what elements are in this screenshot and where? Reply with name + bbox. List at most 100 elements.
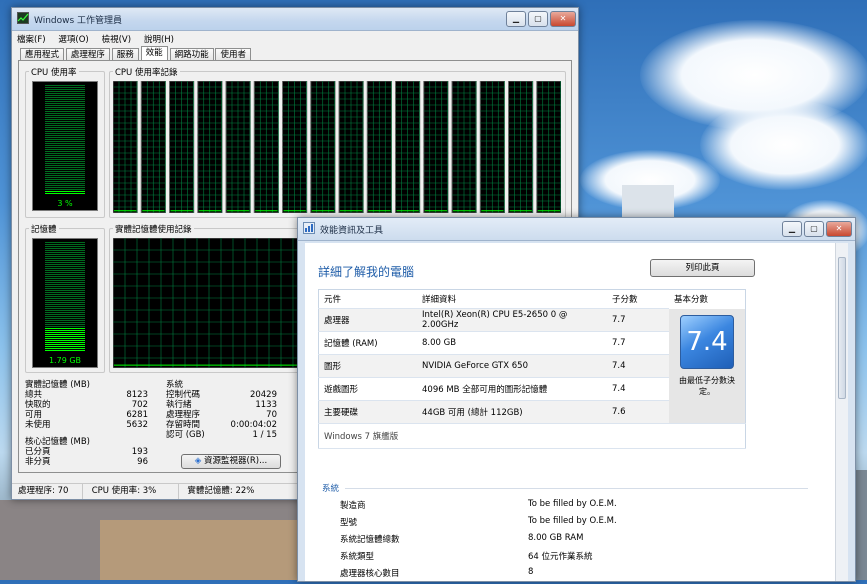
- meter-segment: [45, 266, 85, 267]
- system-section-label: 系統: [322, 484, 340, 494]
- meter-segment: [45, 109, 85, 110]
- meter-segment: [45, 169, 85, 170]
- meter-segment: [45, 322, 85, 323]
- meter-segment: [45, 340, 85, 341]
- component-cell: 圖形: [318, 354, 417, 378]
- subscore-cell: 7.4: [607, 354, 669, 378]
- window-title: 效能資訊及工具: [320, 226, 384, 236]
- meter-segment: [45, 165, 85, 166]
- stat-row: 控制代碼 20429: [166, 390, 277, 400]
- meter-segment: [45, 256, 85, 257]
- meter-segment: [45, 147, 85, 148]
- memory-value-text: 1.79 GB: [48, 356, 82, 365]
- menu-help[interactable]: 說明(H): [139, 31, 179, 47]
- system-info-row: 系統記憶體總數 8.00 GB RAM: [340, 533, 740, 550]
- meter-segment: [45, 159, 85, 160]
- meter-segment: [45, 141, 85, 142]
- meter-segment: [45, 260, 85, 261]
- meter-segment: [45, 244, 85, 245]
- maximize-button[interactable]: ▢: [528, 11, 548, 27]
- meter-segment: [45, 119, 85, 120]
- meter-segment: [45, 306, 85, 307]
- cpu-history-label: CPU 使用率記錄: [113, 66, 180, 78]
- detail-cell: 44GB 可用 (總計 112GB): [417, 400, 607, 424]
- stat-label: 執行緒: [166, 400, 192, 410]
- meter-segment: [45, 93, 85, 94]
- stat-label: 已分頁: [25, 447, 51, 457]
- meter-segment: [45, 304, 85, 305]
- stat-label: 未使用: [25, 420, 51, 430]
- status-processes: 處理程序: 70: [12, 484, 83, 499]
- meter-segment: [45, 87, 85, 88]
- scrollbar-thumb[interactable]: [838, 257, 846, 399]
- menu-view[interactable]: 檢視(V): [97, 31, 136, 47]
- column-header-base-score: 基本分數: [669, 289, 746, 309]
- system-info-row: 型號 To be filled by O.E.M.: [340, 516, 740, 533]
- resource-monitor-button[interactable]: ◈ 資源監視器(R)...: [181, 454, 281, 469]
- meter-segment: [45, 137, 85, 138]
- meter-segment: [45, 298, 85, 299]
- system-info-row: 系統類型 64 位元作業系統: [340, 550, 740, 567]
- menu-options[interactable]: 選項(O): [53, 31, 93, 47]
- kernel-memory-stats: 核心記憶體 (MB) 已分頁 193 非分頁 96: [25, 437, 148, 467]
- stat-label: 非分頁: [25, 457, 51, 467]
- meter-segment: [45, 272, 85, 273]
- meter-segment: [45, 314, 85, 315]
- meter-segment: [45, 157, 85, 158]
- kernel-memory-title: 核心記憶體 (MB): [25, 437, 90, 447]
- meter-segment: [45, 284, 85, 285]
- task-manager-icon: [17, 12, 29, 24]
- memory-usage-meter: 1.79 GB: [32, 238, 98, 368]
- window-title: Windows 工作管理員: [34, 16, 123, 26]
- title-bar[interactable]: 效能資訊及工具 ▁ ▢ ✕: [298, 218, 855, 241]
- system-info-value: 64 位元作業系統: [528, 552, 593, 562]
- table-row: 處理器 Intel(R) Xeon(R) CPU E5-2650 0 @ 2.0…: [318, 308, 746, 424]
- meter-segment: [45, 252, 85, 253]
- stat-label: 存留時間: [166, 420, 201, 430]
- minimize-button[interactable]: ▁: [506, 11, 526, 27]
- status-memory: 實體記憶體: 22%: [187, 486, 255, 496]
- edition-cell: Windows 7 旗艦版: [318, 423, 746, 449]
- stat-row: 可用 6281: [25, 410, 148, 420]
- meter-segment: [45, 310, 85, 311]
- meter-segment: [45, 145, 85, 146]
- meter-segment: [45, 280, 85, 281]
- close-button[interactable]: ✕: [550, 11, 576, 27]
- stat-row: 認可 (GB) 1 / 15: [166, 430, 277, 440]
- meter-segment: [45, 344, 85, 345]
- menu-file[interactable]: 檔案(F): [12, 31, 51, 47]
- meter-segment: [45, 308, 85, 309]
- close-button[interactable]: ✕: [826, 221, 852, 237]
- scrollbar[interactable]: [835, 243, 848, 581]
- system-info-value: 8.00 GB RAM: [528, 533, 584, 543]
- memory-history-label: 實體記憶體使用記錄: [113, 223, 194, 235]
- print-page-button[interactable]: 列印此頁: [650, 259, 755, 277]
- meter-segment: [45, 268, 85, 269]
- meter-segment: [45, 151, 85, 152]
- meter-segment: [45, 85, 85, 86]
- meter-segment: [45, 296, 85, 297]
- meter-segment: [45, 246, 85, 247]
- meter-segment: [45, 193, 85, 194]
- maximize-button[interactable]: ▢: [804, 221, 824, 237]
- stat-row: 快取的 702: [25, 400, 148, 410]
- stat-value: 1133: [255, 400, 277, 410]
- meter-segment: [45, 278, 85, 279]
- stat-label: 認可 (GB): [166, 430, 205, 440]
- meter-segment: [45, 167, 85, 168]
- system-info-label: 系統記憶體總數: [340, 535, 400, 545]
- meter-segment: [45, 248, 85, 249]
- meter-segment: [45, 328, 85, 329]
- meter-segment: [45, 191, 85, 192]
- meter-segment: [45, 103, 85, 104]
- minimize-button[interactable]: ▁: [782, 221, 802, 237]
- shield-icon: ◈: [194, 456, 202, 466]
- meter-segment: [45, 324, 85, 325]
- detail-cell: 4096 MB 全部可用的圖形記憶體: [417, 377, 607, 401]
- meter-segment: [45, 97, 85, 98]
- meter-segment: [45, 111, 85, 112]
- meter-segment: [45, 175, 85, 176]
- title-bar[interactable]: Windows 工作管理員 ▁ ▢ ✕: [12, 8, 578, 31]
- component-cell: 記憶體 (RAM): [318, 331, 417, 355]
- meter-segment: [45, 258, 85, 259]
